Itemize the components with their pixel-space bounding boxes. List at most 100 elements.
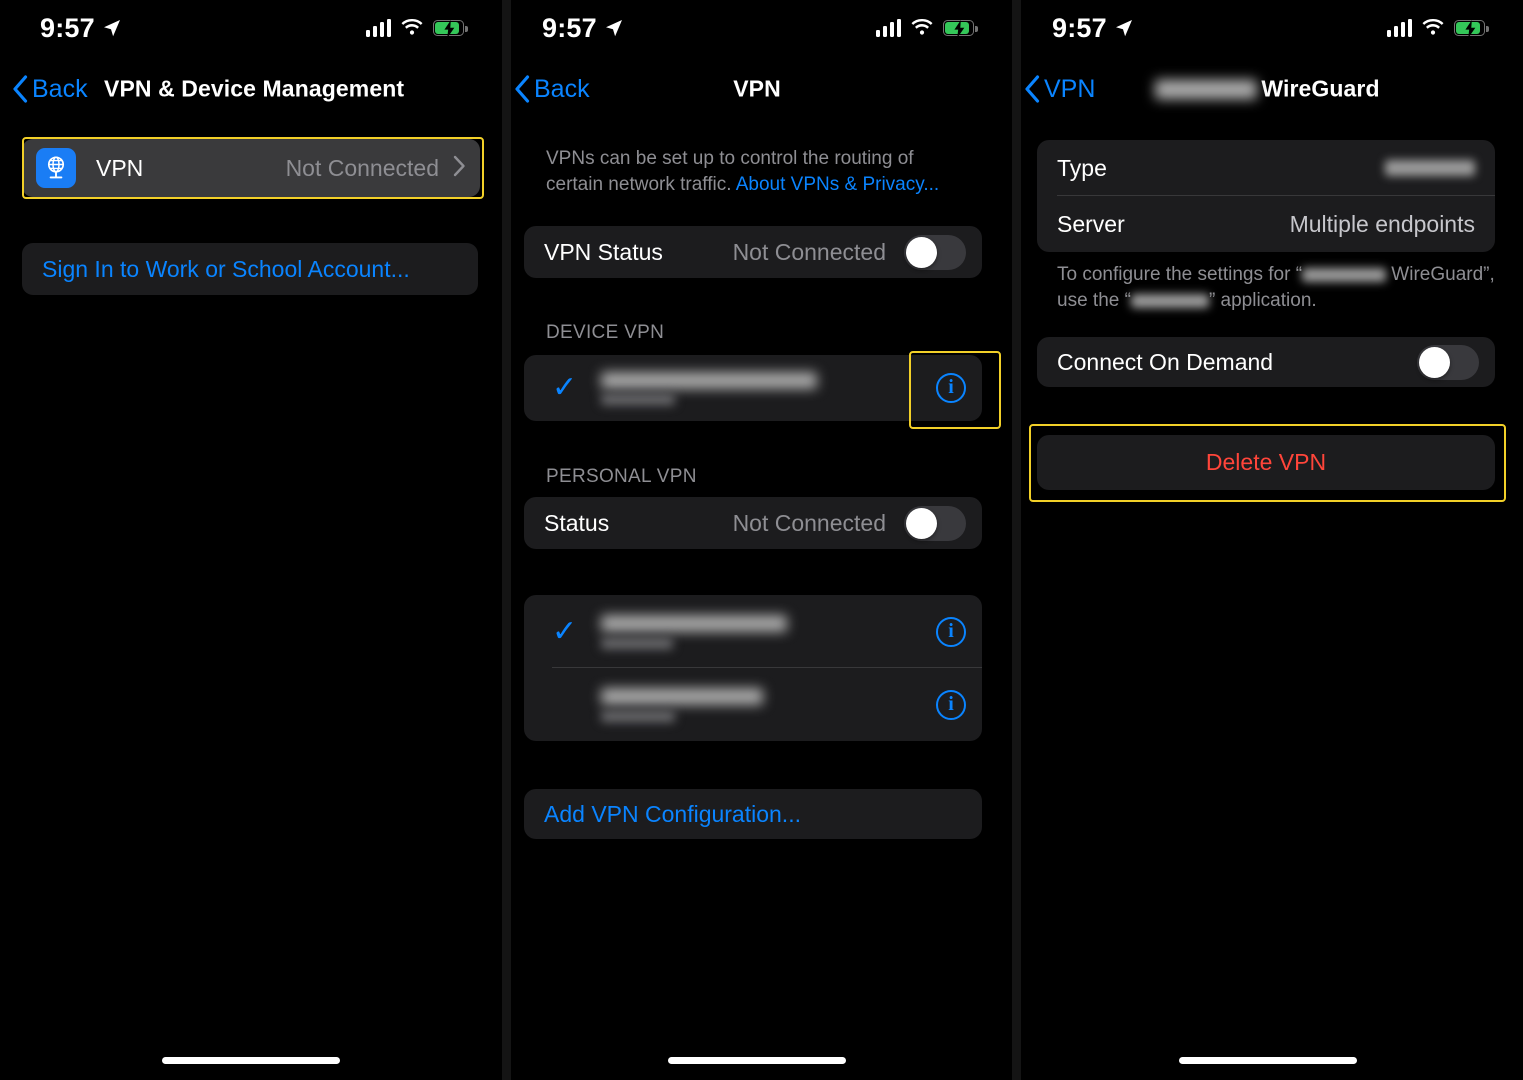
wireguard-footnote: To configure the settings for “ WireGuar…: [1057, 262, 1497, 313]
nav-bar: VPN WireGuard: [1012, 62, 1523, 116]
about-vpns-privacy-link[interactable]: About VPNs & Privacy...: [736, 174, 939, 195]
device-vpn-name-redacted: [601, 371, 818, 389]
vpn-provider-name-redacted: [1155, 79, 1258, 99]
status-bar-left: 9:57: [40, 12, 122, 43]
home-indicator: [668, 1057, 846, 1064]
wifi-icon: [911, 19, 933, 35]
personal-vpn-name-redacted: [601, 614, 788, 632]
wireguard-details-card: Type Server Multiple endpoints: [1037, 140, 1495, 252]
add-vpn-configuration-row[interactable]: Add VPN Configuration...: [524, 789, 982, 839]
delete-vpn-button[interactable]: Delete VPN: [1037, 435, 1495, 490]
home-indicator: [162, 1057, 340, 1064]
vpn-intro-text: VPNs can be set up to control the routin…: [546, 146, 966, 197]
device-vpn-card: ✓ i: [524, 355, 982, 421]
battery-charging-icon: [433, 20, 468, 38]
personal-vpn-subtitle-redacted: [601, 637, 674, 649]
connect-on-demand-label: Connect On Demand: [1057, 348, 1274, 375]
panel-wireguard-detail: 9:57 VPN WireGuard Type Server Multiple …: [1012, 0, 1523, 1080]
wifi-icon: [401, 19, 423, 35]
status-bar: 9:57: [502, 0, 1012, 56]
device-vpn-row[interactable]: ✓ i: [524, 355, 982, 421]
connect-on-demand-card: Connect On Demand: [1037, 337, 1495, 387]
back-button-label: Back: [32, 74, 88, 103]
personal-vpn-status-card: Status Not Connected: [524, 497, 982, 549]
server-row: Server Multiple endpoints: [1037, 196, 1495, 252]
cellular-signal-icon: [365, 19, 391, 37]
personal-vpn-status-row[interactable]: Status Not Connected: [524, 497, 982, 549]
device-vpn-header: DEVICE VPN: [546, 322, 665, 343]
personal-status-value: Not Connected: [732, 509, 886, 536]
home-indicator: [1178, 1057, 1357, 1064]
nav-bar: Back VPN: [502, 62, 1012, 116]
status-time: 9:57: [40, 12, 95, 43]
vpn-row-status: Not Connected: [285, 154, 439, 181]
checkmark-icon: ✓: [552, 614, 578, 648]
device-vpn-info-icon[interactable]: i: [936, 373, 966, 403]
panel-vpn: 9:57 Back VPN VPNs can be set up to cont…: [502, 0, 1012, 1080]
status-bar-left: 9:57: [1052, 12, 1134, 43]
cellular-signal-icon: [1386, 19, 1412, 37]
footnote-app-redacted: [1130, 293, 1209, 308]
vpn-status-label: VPN Status: [544, 238, 663, 265]
vpn-globe-icon: [36, 148, 76, 188]
status-bar-right: [875, 19, 978, 38]
device-vpn-subtitle-redacted: [601, 393, 676, 405]
connect-on-demand-toggle[interactable]: [1417, 344, 1479, 380]
personal-vpn-subtitle-redacted: [601, 710, 676, 722]
list-item[interactable]: ✓ i: [524, 668, 982, 741]
delete-vpn-label: Delete VPN: [1205, 449, 1327, 475]
page-title: VPN: [733, 75, 781, 102]
vpn-status-row[interactable]: VPN Status Not Connected: [524, 226, 982, 278]
status-bar-left: 9:57: [542, 12, 624, 43]
sign-in-label: Sign In to Work or School Account...: [42, 255, 410, 282]
personal-vpn-item-text: [601, 614, 788, 649]
back-button[interactable]: Back: [12, 75, 88, 103]
location-arrow-icon: [103, 20, 120, 37]
status-bar-right: [1386, 19, 1489, 38]
cellular-signal-icon: [875, 19, 901, 37]
connect-on-demand-row[interactable]: Connect On Demand: [1037, 337, 1495, 387]
page-title-suffix: WireGuard: [1261, 75, 1380, 102]
device-vpn-row-text: [601, 371, 818, 405]
personal-vpn-list-card: ✓ i ✓ i: [524, 595, 982, 741]
server-value: Multiple endpoints: [1289, 210, 1475, 237]
delete-vpn-row[interactable]: Delete VPN: [1037, 435, 1495, 490]
vpn-status-card: VPN Status Not Connected: [524, 226, 982, 278]
status-bar-right: [365, 19, 468, 38]
vpn-settings-row[interactable]: VPN Not Connected: [22, 139, 480, 197]
type-row: Type: [1037, 140, 1495, 196]
list-item[interactable]: ✓ i: [524, 595, 982, 668]
personal-vpn-info-icon[interactable]: i: [936, 689, 966, 720]
sign-in-work-school-button[interactable]: Sign In to Work or School Account...: [22, 243, 478, 295]
personal-vpn-item-text: [601, 687, 764, 722]
vpn-status-value: Not Connected: [732, 238, 886, 265]
battery-charging-icon: [1454, 20, 1489, 38]
vpn-status-toggle[interactable]: [904, 234, 966, 270]
chevron-left-icon: [13, 75, 28, 103]
personal-vpn-info-icon[interactable]: i: [936, 616, 966, 647]
footnote-part1: To configure the settings for “: [1057, 264, 1303, 285]
add-vpn-configuration-label: Add VPN Configuration...: [544, 800, 801, 827]
personal-status-label: Status: [544, 509, 610, 536]
checkmark-icon: ✓: [552, 371, 578, 404]
page-title: WireGuard: [1012, 75, 1523, 102]
location-arrow-icon: [605, 20, 622, 37]
status-time: 9:57: [1052, 12, 1107, 43]
server-label: Server: [1057, 210, 1125, 237]
footnote-part3: ” application.: [1208, 289, 1317, 311]
personal-vpn-header: PERSONAL VPN: [546, 466, 697, 487]
status-bar: 9:57: [0, 0, 502, 56]
nav-bar: Back VPN & Device Management: [0, 62, 502, 116]
page-title: VPN & Device Management: [104, 75, 405, 102]
personal-status-toggle[interactable]: [904, 505, 966, 541]
wifi-icon: [1422, 19, 1444, 35]
battery-charging-icon: [943, 20, 978, 38]
vpn-row-label: VPN: [96, 154, 144, 181]
type-label: Type: [1057, 154, 1107, 181]
personal-vpn-name-redacted: [601, 687, 764, 705]
type-value-redacted: [1385, 160, 1475, 176]
chevron-right-icon: [453, 155, 466, 182]
status-time: 9:57: [542, 12, 597, 43]
add-vpn-configuration-button[interactable]: Add VPN Configuration...: [524, 789, 982, 839]
location-arrow-icon: [1115, 20, 1132, 37]
